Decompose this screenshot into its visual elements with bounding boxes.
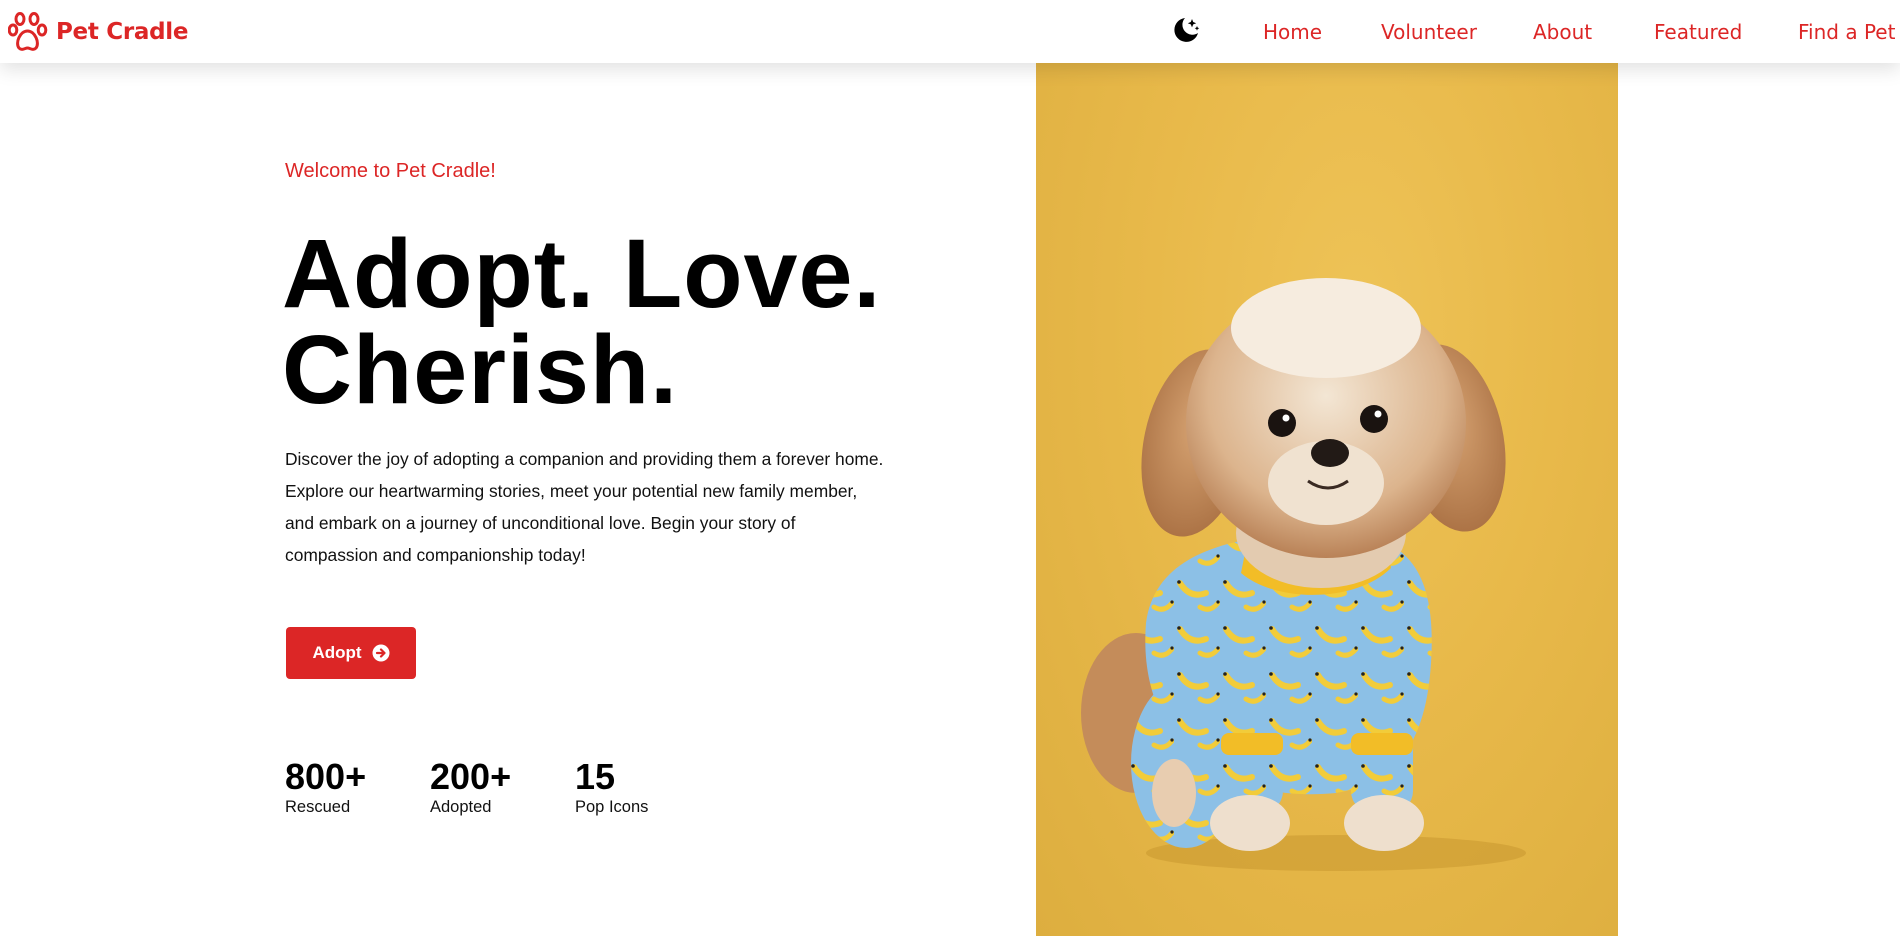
nav-link-home[interactable]: Home [1263,20,1322,44]
stat-value: 200+ [430,756,512,797]
stat-label: Adopted [430,798,492,816]
stat-pop-icons: 15 Pop Icons [575,756,705,817]
stat-value: 800+ [285,756,367,797]
nav-link-about[interactable]: About [1533,20,1592,44]
nav-link-volunteer[interactable]: Volunteer [1381,20,1477,44]
headline-line-2: Cherish. [282,315,679,424]
stat-value: 15 [575,756,616,797]
stat-adopted: 200+ Adopted [430,756,560,817]
dog-illustration [1081,278,1526,871]
stat-rescued: 800+ Rescued [285,756,415,817]
stat-label: Pop Icons [575,798,649,816]
hero-description: Discover the joy of adopting a companion… [285,449,884,565]
welcome-text: Welcome to Pet Cradle! [285,160,496,182]
nav-link-featured[interactable]: Featured [1654,20,1742,44]
adopt-button[interactable]: Adopt [286,627,416,679]
main-nav: Home Volunteer About Featured Find a Pet [0,0,1900,63]
adopt-button-label: Adopt [312,643,362,662]
headline-line-1: Adopt. Love. [282,219,882,328]
hero-headline: Adopt. Love. Cherish. [282,225,902,418]
hero-dog-image [1036,63,1618,936]
nav-link-find-a-pet[interactable]: Find a Pet [1798,20,1895,44]
arrow-right-circle-icon [372,644,390,662]
stat-label: Rescued [285,798,351,816]
navbar: Pet Cradle Home Volunteer About Featured… [0,0,1900,63]
